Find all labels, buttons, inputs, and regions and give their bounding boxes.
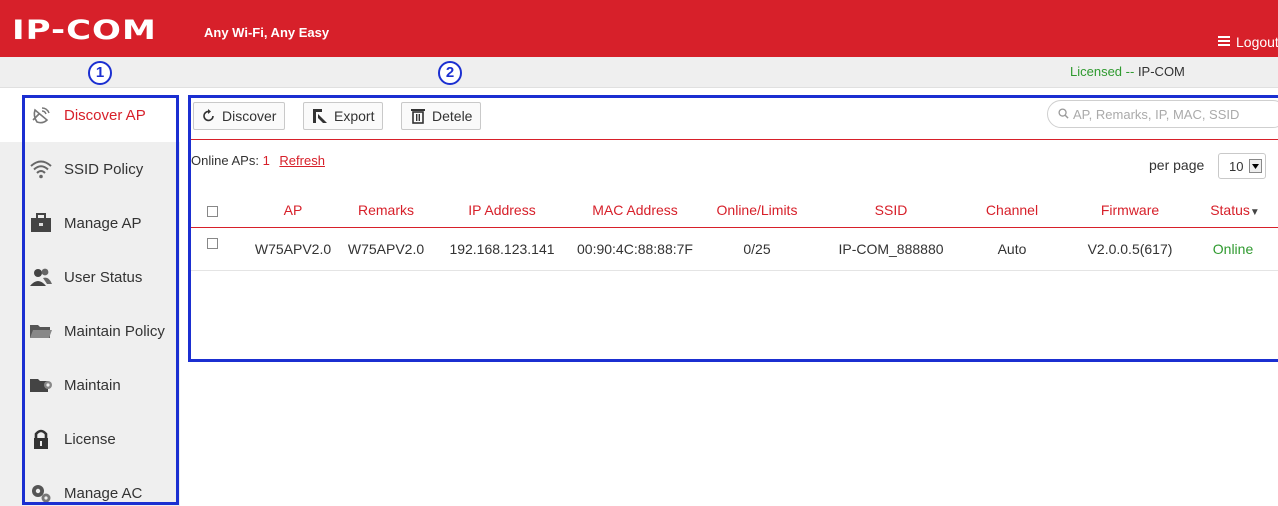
cell-mac-address: 00:90:4C:88:88:7F — [577, 241, 693, 257]
sidebar-item-license[interactable]: License — [0, 412, 180, 466]
lock-icon — [26, 427, 56, 451]
cell-online-limits: 0/25 — [743, 241, 771, 257]
column-header-ip-address[interactable]: IP Address — [447, 202, 557, 218]
export-button-label: Export — [334, 108, 375, 124]
brand-logo: IP-COM — [12, 14, 157, 46]
sidebar-item-label: User Status — [64, 268, 143, 286]
column-header-ssid[interactable]: SSID — [831, 202, 951, 218]
per-page-value: 10 — [1229, 158, 1244, 174]
sidebar: Discover AP SSID Policy Manage AP User S… — [0, 88, 180, 506]
logout-link[interactable]: Logout — [1236, 34, 1278, 50]
license-owner: IP-COM — [1137, 64, 1185, 79]
refresh-icon — [202, 109, 216, 123]
license-status-label: Licensed -- — [1070, 64, 1135, 79]
folder-gear-icon — [26, 373, 56, 397]
cell-ssid: IP-COM_888880 — [838, 241, 944, 257]
users-icon — [26, 265, 56, 289]
sidebar-item-label: Discover AP — [64, 106, 146, 124]
sidebar-item-label: Manage AP — [64, 214, 142, 232]
cell-remarks: W75APV2.0 — [347, 241, 425, 257]
wifi-icon — [26, 157, 56, 181]
discover-button-label: Discover — [222, 108, 277, 124]
cell-ap: W75APV2.0 — [254, 241, 332, 257]
folder-icon — [26, 319, 56, 343]
export-icon — [312, 108, 328, 124]
license-status: Licensed -- IP-COM — [1070, 64, 1185, 79]
cell-ip-address: 192.168.123.141 — [449, 241, 555, 257]
online-ap-summary: Online APs: 1 Refresh — [191, 153, 325, 168]
toolbar: Discover Export Detele — [191, 98, 1278, 140]
delete-button[interactable]: Detele — [401, 102, 482, 130]
sort-down-icon: ▼ — [1249, 207, 1260, 218]
column-header-status-label: Status — [1210, 202, 1250, 218]
column-header-firmware[interactable]: Firmware — [1075, 202, 1185, 218]
menu-icon[interactable] — [1218, 36, 1230, 46]
sidebar-item-maintain-policy[interactable]: Maintain Policy — [0, 304, 180, 358]
search-box[interactable] — [1047, 100, 1278, 128]
column-header-channel[interactable]: Channel — [975, 202, 1049, 218]
sidebar-item-label: SSID Policy — [64, 160, 144, 178]
top-bar: IP-COM Any Wi-Fi, Any Easy Logout — [0, 0, 1278, 57]
briefcase-icon — [26, 211, 56, 235]
online-aps-label: Online APs: — [191, 153, 259, 168]
sidebar-item-label: License — [64, 430, 116, 448]
row-checkbox[interactable] — [207, 238, 218, 249]
delete-button-label: Detele — [432, 108, 473, 124]
discover-ap-icon — [26, 103, 56, 127]
discover-button[interactable]: Discover — [193, 102, 286, 130]
search-input[interactable] — [1073, 106, 1273, 122]
column-header-online-limits[interactable]: Online/Limits — [703, 202, 811, 218]
annotation-callout-1: 1 — [88, 61, 112, 85]
sidebar-item-ssid-policy[interactable]: SSID Policy — [0, 142, 180, 196]
gears-icon — [26, 481, 56, 505]
brand-slogan: Any Wi-Fi, Any Easy — [204, 25, 330, 40]
sidebar-item-user-status[interactable]: User Status — [0, 250, 180, 304]
cell-status: Online — [1212, 241, 1254, 257]
sidebar-item-label: Maintain — [64, 376, 121, 394]
per-page-label: per page — [1149, 157, 1205, 173]
trash-icon — [410, 108, 426, 124]
export-button[interactable]: Export — [303, 102, 384, 130]
main-panel: Discover Export Detele Online APs: 1 Ref… — [191, 98, 1278, 360]
search-icon — [1058, 106, 1069, 122]
table-row[interactable]: W75APV2.0 W75APV2.0 192.168.123.141 00:9… — [191, 229, 1278, 271]
column-header-status[interactable]: Status▼ — [1203, 202, 1267, 218]
sidebar-item-label: Manage AC — [64, 484, 143, 502]
sidebar-item-discover-ap[interactable]: Discover AP — [0, 88, 180, 142]
cell-channel: Auto — [997, 241, 1027, 257]
sidebar-item-manage-ac[interactable]: Manage AC — [0, 466, 180, 506]
online-aps-count: 1 — [262, 153, 270, 168]
chevron-down-icon[interactable] — [1249, 159, 1262, 173]
column-header-remarks[interactable]: Remarks — [351, 202, 421, 218]
per-page-select[interactable]: 10 — [1218, 153, 1266, 179]
cell-firmware: V2.0.0.5(617) — [1087, 241, 1173, 257]
refresh-link[interactable]: Refresh — [279, 153, 325, 168]
column-header-mac-address[interactable]: MAC Address — [575, 202, 695, 218]
sidebar-item-label: Maintain Policy — [64, 322, 165, 340]
annotation-callout-2: 2 — [438, 61, 462, 85]
select-all-checkbox[interactable] — [207, 206, 218, 217]
sidebar-item-maintain[interactable]: Maintain — [0, 358, 180, 412]
column-header-ap[interactable]: AP — [263, 202, 323, 218]
table-header: AP Remarks IP Address MAC Address Online… — [191, 198, 1278, 228]
sidebar-item-manage-ap[interactable]: Manage AP — [0, 196, 180, 250]
